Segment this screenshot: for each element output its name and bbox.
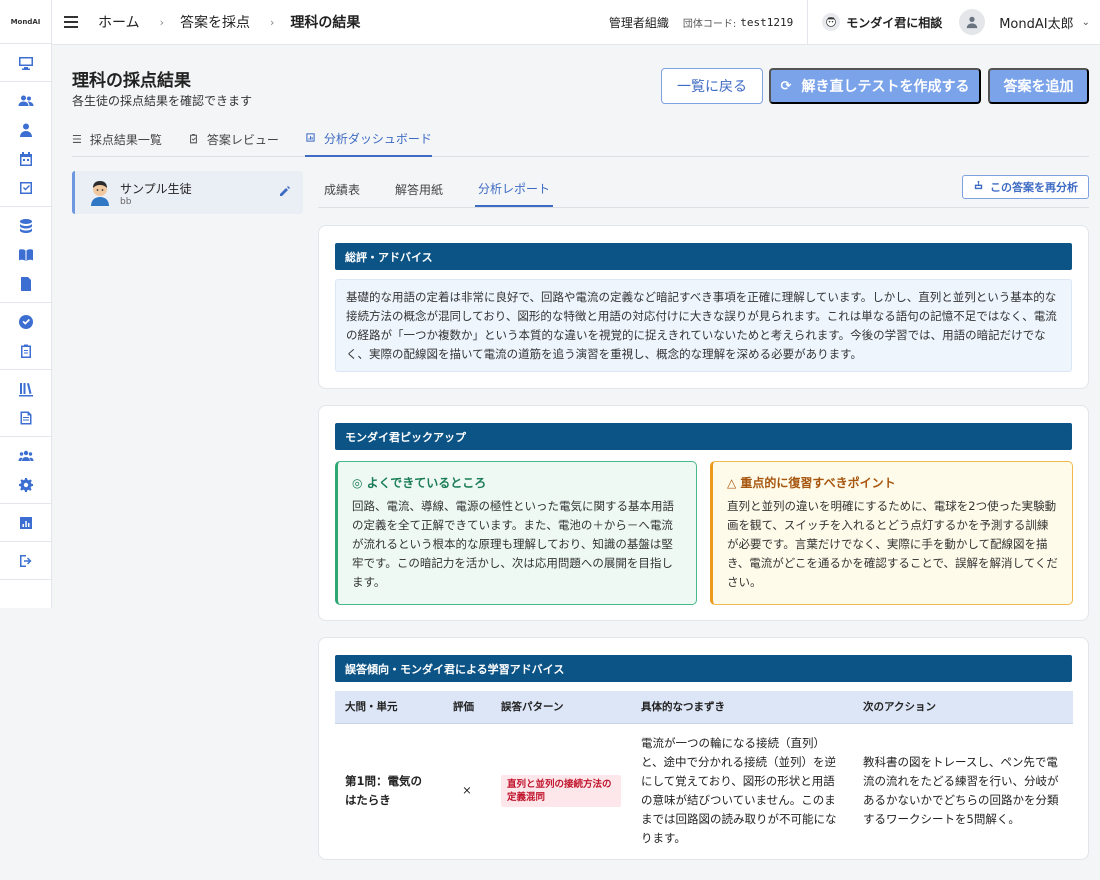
consult-button[interactable]: モンダイ君に相談 <box>822 13 942 31</box>
consult-label: モンダイ君に相談 <box>846 15 943 30</box>
tab-analysis-report[interactable]: 分析レポート <box>475 172 554 207</box>
strengths-body: 回路、電流、導線、電源の極性といった電気に関する基本用語の定義を全て正解できてい… <box>352 499 674 589</box>
column-header-unit: 大問・単元 <box>335 691 443 724</box>
student-avatar-icon <box>91 181 109 206</box>
error-pattern-tag: 直列と並列の接続方法の定義混同 <box>501 774 621 807</box>
main-tabs: ☰ 採点結果一覧 答案レビュー 分析ダッシュボード <box>72 122 1089 157</box>
error-tendency-card: 誤答傾向・モンダイ君による学習アドバイス 大問・単元 評価 誤答パターン 具体的… <box>318 637 1089 860</box>
logout-icon[interactable] <box>0 546 51 575</box>
error-tendency-heading: 誤答傾向・モンダイ君による学習アドバイス <box>335 655 1072 682</box>
tab-answer-sheet[interactable]: 解答用紙 <box>392 172 446 207</box>
tab-results-list[interactable]: ☰ 採点結果一覧 <box>72 122 162 157</box>
rail-group-1 <box>0 44 51 82</box>
reanalyze-label: この答案を再分析 <box>990 181 1078 194</box>
incorrect-mark: × <box>462 783 472 797</box>
review-points-body: 直列と並列の違いを明確にするために、電球を2つ使った実験動画を観て、スイッチを入… <box>727 499 1058 589</box>
divider <box>807 0 809 45</box>
tab-score-table[interactable]: 成績表 <box>321 172 363 207</box>
org-code-value: test1219 <box>740 15 794 29</box>
app-logo: MondAI <box>0 0 51 44</box>
row-unit: 第1問：電気のはたらき <box>345 773 423 807</box>
strengths-title: ◎ よくできているところ <box>352 476 487 490</box>
rail-group-7 <box>0 504 51 542</box>
article-icon[interactable] <box>0 403 51 432</box>
user-name[interactable]: MondAI太郎 <box>999 13 1073 32</box>
tab-label: 採点結果一覧 <box>89 133 162 147</box>
breadcrumb-home[interactable]: ホーム <box>98 12 140 32</box>
users-icon[interactable] <box>0 86 51 115</box>
list-icon: ☰ <box>72 133 82 146</box>
breadcrumb-grading[interactable]: 答案を採点 <box>180 12 250 32</box>
row-action: 教科書の図をトレースし、ペン先で電流の流れをたどる練習を行い、分岐があるかないか… <box>863 754 1059 826</box>
pickup-heading: モンダイ君ピックアップ <box>335 423 1072 450</box>
table-row: 第1問：電気のはたらき × 直列と並列の接続方法の定義混同 電流が一つの輪になる… <box>335 723 1073 858</box>
gear-icon[interactable] <box>0 470 51 499</box>
top-right-area: 管理者組織 団体コード: test1219 モンダイ君に相談 MondAI太郎 … <box>608 0 1100 45</box>
rail-group-4 <box>0 303 51 370</box>
column-header-mark: 評価 <box>443 691 491 724</box>
calendar-icon[interactable] <box>0 144 51 173</box>
robot-icon <box>822 13 841 31</box>
row-pattern-cell: 直列と並列の接続方法の定義混同 <box>491 723 631 858</box>
group-icon[interactable] <box>0 441 51 470</box>
page-subtitle: 各生徒の採点結果を確認できます <box>72 94 253 108</box>
rail-group-2 <box>0 82 51 207</box>
monitor-icon[interactable] <box>0 48 51 77</box>
chart-icon[interactable] <box>0 508 51 537</box>
dashboard-icon <box>305 132 316 146</box>
strengths-panel: ◎ よくできているところ 回路、電流、導線、電源の極性といった電気に関する基本用… <box>335 461 697 605</box>
student-card[interactable]: サンプル生徒 bb <box>72 171 303 214</box>
rail-group-5 <box>0 370 51 437</box>
checkbox-icon[interactable] <box>0 173 51 202</box>
advice-card: 総評・アドバイス 基礎的な用語の定着は非常に良好で、回路や電流の定義など暗記すべ… <box>318 225 1089 389</box>
table-header-row: 大問・単元 評価 誤答パターン 具体的なつまずき 次のアクション <box>335 691 1073 724</box>
org-name: 管理者組織 <box>608 15 669 30</box>
advice-heading: 総評・アドバイス <box>335 243 1072 270</box>
chevron-right-icon: › <box>159 15 164 29</box>
create-retest-button[interactable]: ⟳ 解き直しテストを作成する <box>769 68 981 104</box>
clipboard-icon[interactable] <box>0 336 51 365</box>
back-to-list-button[interactable]: 一覧に戻る <box>661 68 763 104</box>
student-id: bb <box>120 197 132 207</box>
book-icon[interactable] <box>0 240 51 269</box>
tab-answer-review[interactable]: 答案レビュー <box>188 122 279 157</box>
library-icon[interactable] <box>0 374 51 403</box>
menu-icon[interactable] <box>64 16 78 28</box>
edit-icon[interactable] <box>279 185 291 197</box>
reanalyze-button[interactable]: この答案を再分析 <box>962 175 1089 199</box>
chevron-down-icon[interactable]: ⌄ <box>1082 17 1090 28</box>
breadcrumb-current: 理科の結果 <box>290 15 361 31</box>
refresh-icon: ⟳ <box>780 78 792 94</box>
avatar[interactable] <box>959 9 986 35</box>
verified-icon[interactable] <box>0 307 51 336</box>
tab-label: 分析ダッシュボード <box>323 132 432 146</box>
document-icon[interactable] <box>0 269 51 298</box>
column-header-pattern: 誤答パターン <box>491 691 631 724</box>
pickup-card: モンダイ君ピックアップ ◎ よくできているところ 回路、電流、導線、電源の極性と… <box>318 405 1089 621</box>
tab-analysis-dashboard[interactable]: 分析ダッシュボード <box>304 122 432 157</box>
org-code-label: 団体コード: <box>682 18 737 30</box>
error-table: 大問・単元 評価 誤答パターン 具体的なつまずき 次のアクション 第1問：電気の… <box>335 691 1073 858</box>
review-points-title: △ 重点的に復習すべきポイント <box>727 476 896 490</box>
advice-body: 基礎的な用語の定着は非常に良好で、回路や電流の定義など暗記すべき事項を正確に理解… <box>335 279 1072 372</box>
left-rail: MondAI <box>0 0 52 608</box>
tab-label: 答案レビュー <box>206 133 279 147</box>
teacher-icon[interactable] <box>0 115 51 144</box>
rail-group-3 <box>0 207 51 303</box>
page-title: 理科の採点結果 <box>72 71 191 91</box>
column-header-issue: 具体的なつまずき <box>631 691 853 724</box>
database-icon[interactable] <box>0 211 51 240</box>
column-header-action: 次のアクション <box>853 691 1073 724</box>
top-bar: ホーム › 答案を採点 › 理科の結果 管理者組織 団体コード: test121… <box>52 0 1100 45</box>
robot-icon <box>973 180 984 194</box>
clipboard-check-icon <box>188 133 199 147</box>
row-issue: 電流が一つの輪になる接続（直列）と、途中で分かれる接続（並列）を逆にして覚えてお… <box>641 735 837 845</box>
create-retest-label: 解き直しテストを作成する <box>801 79 970 95</box>
chevron-right-icon: › <box>270 15 275 29</box>
add-answer-button[interactable]: 答案を追加 <box>988 68 1089 104</box>
rail-group-8 <box>0 542 51 580</box>
student-name: サンプル生徒 <box>120 182 192 196</box>
review-points-panel: △ 重点的に復習すべきポイント 直列と並列の違いを明確にするために、電球を2つ使… <box>710 461 1073 605</box>
rail-group-6 <box>0 437 51 504</box>
